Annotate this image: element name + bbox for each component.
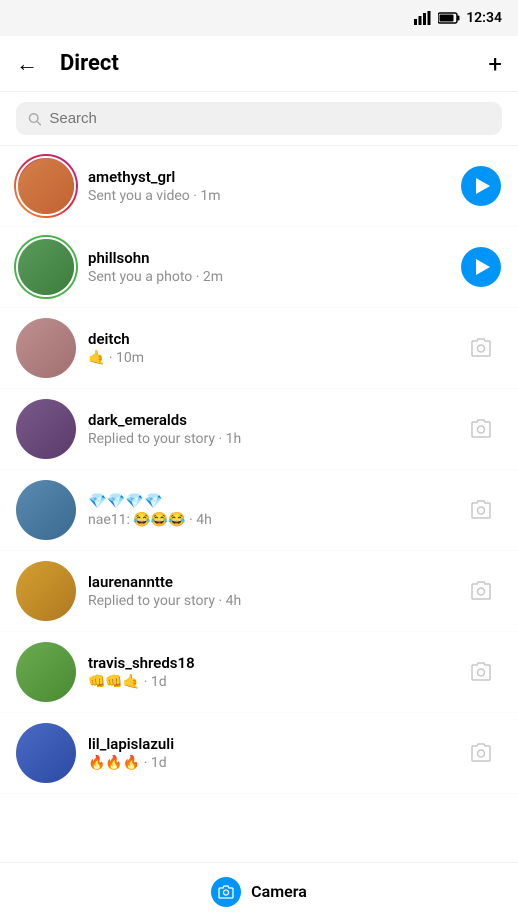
bottom-bar[interactable]: Camera xyxy=(0,862,518,920)
message-preview: Sent you a video · 1m xyxy=(88,188,460,204)
camera-action-icon[interactable] xyxy=(460,408,502,450)
play-button[interactable] xyxy=(460,246,502,288)
search-input-wrap[interactable] xyxy=(16,102,502,135)
message-info: dark_emeralds Replied to your story · 1h xyxy=(76,411,460,447)
search-icon xyxy=(28,112,41,126)
username: laurenanntte xyxy=(88,573,460,591)
avatar xyxy=(16,642,76,702)
camera-action-icon[interactable] xyxy=(460,489,502,531)
list-item[interactable]: deitch 🤙 · 10m xyxy=(0,308,518,389)
search-input[interactable] xyxy=(49,110,490,127)
camera-action-icon[interactable] xyxy=(460,327,502,369)
search-bar xyxy=(0,92,518,145)
camera-action-icon[interactable] xyxy=(460,651,502,693)
back-button[interactable]: ← xyxy=(16,51,48,77)
avatar xyxy=(16,237,76,297)
camera-label: Camera xyxy=(251,882,307,901)
play-button[interactable] xyxy=(460,165,502,207)
camera-action-icon[interactable] xyxy=(460,570,502,612)
new-message-button[interactable]: + xyxy=(488,50,502,78)
camera-icon-svg xyxy=(469,499,493,521)
message-info: deitch 🤙 · 10m xyxy=(76,330,460,366)
username: 💎💎💎💎 xyxy=(88,492,460,510)
camera-icon-svg xyxy=(469,661,493,683)
page-title: Direct xyxy=(48,51,488,76)
username: dark_emeralds xyxy=(88,411,460,429)
camera-svg-icon xyxy=(218,885,234,899)
list-item[interactable]: 💎💎💎💎 nae11: 😂😂😂 · 4h xyxy=(0,470,518,551)
avatar xyxy=(16,723,76,783)
message-preview: 🔥🔥🔥 · 1d xyxy=(88,755,460,771)
message-preview: 👊👊🤙 · 1d xyxy=(88,674,460,690)
avatar xyxy=(16,399,76,459)
camera-icon-svg xyxy=(469,580,493,602)
avatar xyxy=(16,561,76,621)
avatar xyxy=(16,156,76,216)
avatar xyxy=(16,318,76,378)
signal-icon xyxy=(414,11,432,25)
username: lil_lapislazuli xyxy=(88,735,460,753)
status-time: 12:34 xyxy=(466,10,502,26)
avatar xyxy=(16,480,76,540)
list-item[interactable]: phillsohn Sent you a photo · 2m xyxy=(0,227,518,308)
message-info: amethyst_grl Sent you a video · 1m xyxy=(76,168,460,204)
message-info: phillsohn Sent you a photo · 2m xyxy=(76,249,460,285)
message-info: 💎💎💎💎 nae11: 😂😂😂 · 4h xyxy=(76,492,460,528)
username: phillsohn xyxy=(88,249,460,267)
message-preview: 🤙 · 10m xyxy=(88,350,460,366)
message-info: laurenanntte Replied to your story · 4h xyxy=(76,573,460,609)
camera-icon-svg xyxy=(469,742,493,764)
list-item[interactable]: amethyst_grl Sent you a video · 1m xyxy=(0,146,518,227)
list-item[interactable]: travis_shreds18 👊👊🤙 · 1d xyxy=(0,632,518,713)
message-info: travis_shreds18 👊👊🤙 · 1d xyxy=(76,654,460,690)
status-icons: 12:34 xyxy=(414,10,502,26)
battery-icon xyxy=(438,12,460,24)
header: ← Direct + xyxy=(0,36,518,92)
message-preview: Replied to your story · 1h xyxy=(88,431,460,447)
camera-icon-svg xyxy=(469,418,493,440)
username: deitch xyxy=(88,330,460,348)
status-bar: 12:34 xyxy=(0,0,518,36)
message-preview: nae11: 😂😂😂 · 4h xyxy=(88,512,460,528)
username: travis_shreds18 xyxy=(88,654,460,672)
camera-button-icon xyxy=(211,877,241,907)
username: amethyst_grl xyxy=(88,168,460,186)
message-info: lil_lapislazuli 🔥🔥🔥 · 1d xyxy=(76,735,460,771)
list-item[interactable]: lil_lapislazuli 🔥🔥🔥 · 1d xyxy=(0,713,518,794)
message-preview: Sent you a photo · 2m xyxy=(88,269,460,285)
camera-icon-svg xyxy=(469,337,493,359)
message-list: amethyst_grl Sent you a video · 1m xyxy=(0,146,518,860)
list-item[interactable]: laurenanntte Replied to your story · 4h xyxy=(0,551,518,632)
camera-action-icon[interactable] xyxy=(460,732,502,774)
message-preview: Replied to your story · 4h xyxy=(88,593,460,609)
list-item[interactable]: dark_emeralds Replied to your story · 1h xyxy=(0,389,518,470)
